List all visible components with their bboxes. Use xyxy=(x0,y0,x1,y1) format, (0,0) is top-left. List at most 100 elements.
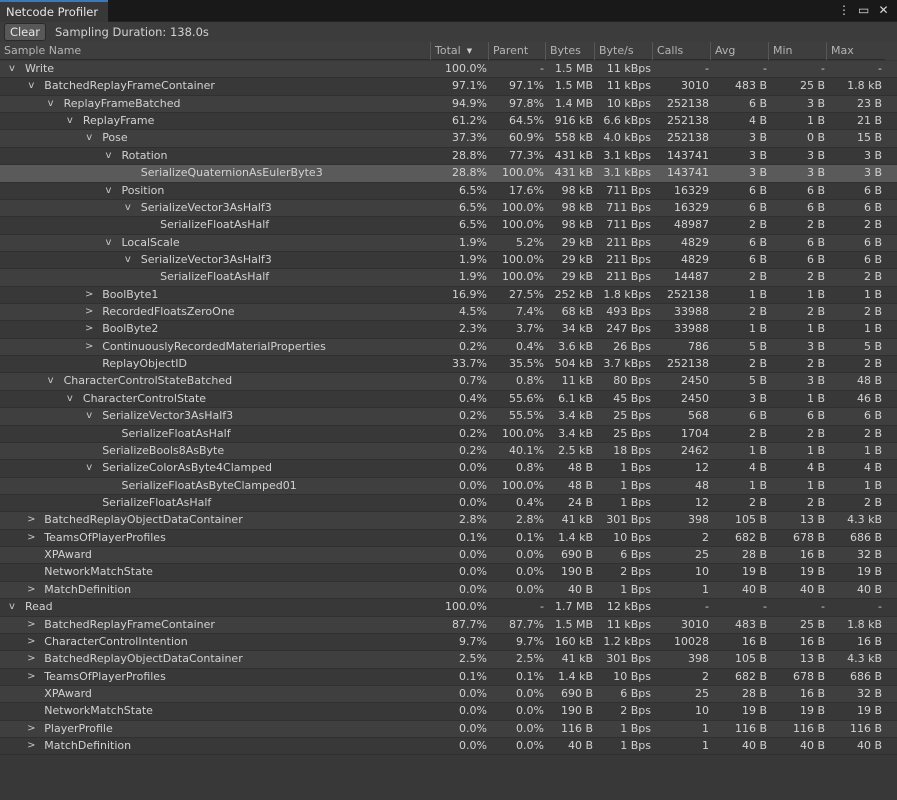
expand-caret-icon[interactable]: > xyxy=(25,738,37,754)
table-row[interactable]: v Position 6.5% 17.6% 98 kB 711 Bps 16329 6 B 6 … xyxy=(0,182,897,200)
collapse-caret-icon[interactable]: v xyxy=(25,78,37,94)
column-header-total[interactable]: Total ▼ xyxy=(430,42,488,60)
table-row[interactable]: SerializeQuaternionAsEulerByte3 28.8% 100.… xyxy=(0,165,897,183)
cell-bytes: 6.1 kB xyxy=(558,391,593,405)
table-row[interactable]: SerializeFloatAsHalf 6.5% 100.0% 98 kB 711 B… xyxy=(0,217,897,235)
expand-caret-icon[interactable]: > xyxy=(25,582,37,598)
table-row[interactable]: SerializeFloatAsHalf 0.0% 0.4% 24 B 1 Bps 12 2… xyxy=(0,494,897,513)
table-row[interactable]: v LocalScale 1.9% 5.2% 29 kB 211 Bps 4829 6 B 6 … xyxy=(0,234,897,252)
table-row[interactable]: v Pose 37.3% 60.9% 558 kB 4.0 kBps 252138 3 B 0 … xyxy=(0,130,897,148)
table-row[interactable]: XPAward 0.0% 0.0% 690 B 6 Bps 25 28 B 16 B 32 B xyxy=(0,547,897,565)
collapse-caret-icon[interactable]: v xyxy=(45,96,57,112)
empty-area xyxy=(0,755,897,800)
expand-caret-icon[interactable]: > xyxy=(83,321,95,337)
collapse-caret-icon[interactable]: v xyxy=(83,130,95,146)
collapse-caret-icon[interactable]: v xyxy=(64,391,76,407)
sample-name-cell: > ContinuouslyRecordedMaterialProperties xyxy=(0,339,430,355)
table-row[interactable]: v SerializeVector3AsHalf3 6.5% 100.0% 98 kB 7… xyxy=(0,199,897,218)
cell-bytes: 504 kB xyxy=(554,357,593,371)
expand-caret-icon[interactable]: > xyxy=(25,721,37,737)
table-row[interactable]: v ReplayFrame 61.2% 64.5% 916 kB 6.6 kBps 2521… xyxy=(0,113,897,131)
expand-caret-icon[interactable]: > xyxy=(25,512,37,528)
table-row[interactable]: > BatchedReplayFrameContainer 87.7% 87.7% 1.… xyxy=(0,616,897,634)
table-row[interactable]: > TeamsOfPlayerProfiles 0.1% 0.1% 1.4 kB 10 B… xyxy=(0,529,897,548)
table-row[interactable]: > MatchDefinition 0.0% 0.0% 40 B 1 Bps 1 40 B 40… xyxy=(0,581,897,600)
column-header-min[interactable]: Min xyxy=(768,42,826,60)
cell-bytes: 3.4 kB xyxy=(558,409,593,423)
expand-caret-icon[interactable]: > xyxy=(83,339,95,355)
table-row[interactable]: NetworkMatchState 0.0% 0.0% 190 B 2 Bps 10 19 … xyxy=(0,703,897,721)
column-header-avg[interactable]: Avg xyxy=(710,42,768,60)
table-row[interactable]: > BoolByte2 2.3% 3.7% 34 kB 247 Bps 33988 1 B 1 … xyxy=(0,321,897,339)
table-row[interactable]: > BoolByte1 16.9% 27.5% 252 kB 1.8 kBps 252138… xyxy=(0,286,897,305)
expand-caret-icon[interactable]: > xyxy=(25,651,37,667)
collapse-caret-icon[interactable]: v xyxy=(6,61,18,77)
collapse-caret-icon[interactable]: v xyxy=(6,599,18,615)
collapse-caret-icon[interactable]: v xyxy=(122,252,134,268)
table-row[interactable]: v BatchedReplayFrameContainer 97.1% 97.1% 1.… xyxy=(0,78,897,96)
table-row[interactable]: > TeamsOfPlayerProfiles 0.1% 0.1% 1.4 kB 10 B… xyxy=(0,668,897,686)
table-row[interactable]: v Read 100.0% -1.7 MB 12 kBps - - - - xyxy=(0,599,897,617)
cell-avg: 1 B xyxy=(748,443,767,457)
cell-bps: 1 Bps xyxy=(620,582,651,596)
table-row[interactable]: > MatchDefinition 0.0% 0.0% 40 B 1 Bps 1 40 B 40… xyxy=(0,738,897,756)
table-row[interactable]: > PlayerProfile 0.0% 0.0% 116 B 1 Bps 1 116 B 11… xyxy=(0,720,897,739)
table-row[interactable]: v SerializeColorAsByte4Clamped 0.0% 0.8% 48 … xyxy=(0,460,897,478)
table-row[interactable]: > RecordedFloatsZeroOne 4.5% 7.4% 68 kB 493 B… xyxy=(0,304,897,322)
expand-caret-icon[interactable]: > xyxy=(25,669,37,685)
table-row[interactable]: SerializeBools8AsByte 0.2% 40.1% 2.5 kB 18 B… xyxy=(0,442,897,461)
close-icon[interactable]: ✕ xyxy=(878,3,889,17)
expand-caret-icon[interactable]: > xyxy=(25,530,37,546)
cell-parent: 87.7% xyxy=(509,617,544,631)
collapse-caret-icon[interactable]: v xyxy=(103,148,115,164)
collapse-caret-icon[interactable]: v xyxy=(45,373,57,389)
expand-caret-icon[interactable]: > xyxy=(83,287,95,303)
kebab-menu-icon[interactable]: ⋮ xyxy=(838,3,850,17)
table-row[interactable]: > BatchedReplayObjectDataContainer 2.8% 2.8… xyxy=(0,512,897,530)
table-row[interactable]: v Rotation 28.8% 77.3% 431 kB 3.1 kBps 143741 3… xyxy=(0,147,897,166)
table-row[interactable]: v CharacterControlState 0.4% 55.6% 6.1 kB 45 … xyxy=(0,390,897,409)
table-row[interactable]: > ContinuouslyRecordedMaterialProperties 0… xyxy=(0,338,897,357)
cell-parent: 100.0% xyxy=(502,426,544,440)
table-row[interactable]: XPAward 0.0% 0.0% 690 B 6 Bps 25 28 B 16 B 32 B xyxy=(0,685,897,704)
column-header-byte-per-sec[interactable]: Byte/s xyxy=(594,42,652,60)
column-header-parent[interactable]: Parent xyxy=(488,42,545,60)
expand-caret-icon[interactable]: > xyxy=(25,634,37,650)
cell-avg: 19 B xyxy=(741,704,767,718)
collapse-caret-icon[interactable]: v xyxy=(103,235,115,251)
table-row[interactable]: v ReplayFrameBatched 94.9% 97.8% 1.4 MB 10 kB… xyxy=(0,95,897,114)
collapse-caret-icon[interactable]: v xyxy=(83,408,95,424)
cell-total: 0.0% xyxy=(459,686,487,700)
table-row[interactable]: NetworkMatchState 0.0% 0.0% 190 B 2 Bps 10 19 … xyxy=(0,564,897,582)
cell-max: 2 B xyxy=(863,270,882,284)
table-row[interactable]: > CharacterControlIntention 9.7% 9.7% 160 kB… xyxy=(0,633,897,652)
column-header-sample-name[interactable]: Sample Name xyxy=(0,42,430,60)
table-row[interactable]: > BatchedReplayObjectDataContainer 2.5% 2.5… xyxy=(0,651,897,669)
tab-netcode-profiler[interactable]: Netcode Profiler xyxy=(0,0,108,22)
expand-caret-icon[interactable]: > xyxy=(25,617,37,633)
table-row[interactable]: ReplayObjectID 33.7% 35.5% 504 kB 3.7 kBps 25… xyxy=(0,356,897,374)
maximize-icon[interactable]: ▭ xyxy=(858,3,869,17)
column-header-max[interactable]: Max xyxy=(826,42,884,60)
table-row[interactable]: v CharacterControlStateBatched 0.7% 0.8% 11 … xyxy=(0,373,897,391)
table-row[interactable]: v SerializeVector3AsHalf3 1.9% 100.0% 29 kB 2… xyxy=(0,251,897,270)
expand-caret-icon[interactable]: > xyxy=(83,304,95,320)
table-row[interactable]: SerializeFloatAsHalf 1.9% 100.0% 29 kB 211 B… xyxy=(0,269,897,287)
collapse-caret-icon[interactable]: v xyxy=(122,200,134,216)
cell-avg: 16 B xyxy=(741,634,767,648)
collapse-caret-icon[interactable]: v xyxy=(83,460,95,476)
table-row[interactable]: SerializeFloatAsHalf 0.2% 100.0% 3.4 kB 25 B… xyxy=(0,425,897,443)
cell-avg: 6 B xyxy=(748,96,767,110)
column-header-bytes[interactable]: Bytes xyxy=(545,42,594,60)
collapse-caret-icon[interactable]: v xyxy=(64,113,76,129)
collapse-caret-icon[interactable]: v xyxy=(103,183,115,199)
column-header-calls[interactable]: Calls xyxy=(652,42,710,60)
cell-max: 5 B xyxy=(863,339,882,353)
table-row[interactable]: v Write 100.0% -1.5 MB 11 kBps - - - - xyxy=(0,61,897,79)
table-row[interactable]: v SerializeVector3AsHalf3 0.2% 55.5% 3.4 kB 2… xyxy=(0,408,897,426)
clear-button[interactable]: Clear xyxy=(4,23,46,41)
table-row[interactable]: SerializeFloatAsByteClamped01 0.0% 100.0% 4… xyxy=(0,477,897,495)
sample-name-cell: > BatchedReplayObjectDataContainer xyxy=(0,651,430,667)
profiler-toolbar: Clear Sampling Duration: 138.0s xyxy=(0,22,897,42)
cell-avg: 1 B xyxy=(748,322,767,336)
